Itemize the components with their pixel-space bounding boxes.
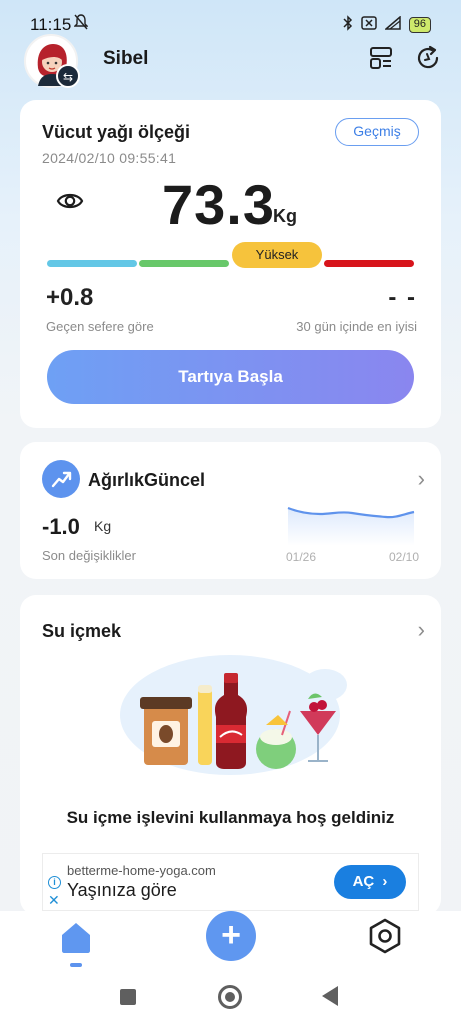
ad-banner[interactable]: i ✕ betterme-home-yoga.com Yaşınıza göre… [42,853,419,911]
eye-icon[interactable] [56,190,84,217]
best-label: 30 gün içinde en iyisi [296,319,417,334]
chevron-right-icon[interactable]: › [418,466,425,492]
recent-apps-button[interactable] [120,989,136,1005]
scale-segment-very-high [324,260,414,267]
add-button[interactable]: + [206,911,256,961]
close-icon[interactable]: ✕ [48,892,60,909]
start-weighing-button[interactable]: Tartıya Başla [47,350,414,404]
system-navigation-bar [0,971,461,1024]
back-button[interactable] [322,986,338,1006]
trend-up-icon [42,460,80,498]
avatar[interactable]: ⇆ [24,34,80,88]
history-button[interactable]: Geçmiş [335,118,419,146]
scale-segment-low [47,260,137,267]
ad-open-label: AÇ [352,873,375,890]
home-icon[interactable] [58,919,94,955]
ad-info-icon[interactable]: i [48,876,61,889]
settings-icon[interactable] [366,917,404,955]
bottom-navigation: + [0,911,461,971]
body-fat-card: Vücut yağı ölçeği 2024/02/10 09:55:41 Ge… [20,100,441,428]
status-badge: Yüksek [232,242,322,268]
scale-segment-normal [139,260,229,267]
chart-date-start: 01/26 [286,550,317,564]
body-fat-title: Vücut yağı ölçeği [42,122,191,142]
drinks-illustration [100,645,360,780]
chevron-right-icon[interactable]: › [418,617,425,643]
measurement-date: 2024/02/10 09:55:41 [42,150,177,166]
weight-change-label: Son değişiklikler [42,548,136,563]
best-value: - - [388,284,417,311]
home-button[interactable] [218,985,242,1009]
ad-domain: betterme-home-yoga.com [67,863,216,878]
difference-value: +0.8 [46,284,94,311]
weight-trend-chart [286,500,416,551]
chart-date-end: 02/10 [388,550,419,564]
weight-unit: Kg [273,206,297,226]
water-card-title: Su içmek [42,621,122,641]
ad-headline: Yaşınıza göre [67,880,177,900]
switch-user-icon[interactable]: ⇆ [56,64,80,88]
weight-change-value: -1.0 [42,514,80,539]
sync-icon[interactable] [414,44,442,72]
user-name: Sibel [103,48,149,69]
dashboard-layout-icon[interactable] [367,44,395,72]
weight-value: 73.3 [162,173,275,236]
active-tab-indicator [70,963,82,967]
weight-card-title: AğırlıkGüncel [88,470,206,490]
chevron-right-icon: › [382,873,388,890]
ad-open-button[interactable]: AÇ › [334,865,406,899]
header: ⇆ Sibel [0,30,461,92]
weight-change-unit: Kg [94,518,112,534]
weight-update-card[interactable]: AğırlıkGüncel › -1.0 Kg Son değişiklikle… [20,442,441,579]
water-welcome-text: Su içme işlevini kullanmaya hoş geldiniz [66,808,395,827]
difference-label: Geçen sefere göre [46,319,154,334]
